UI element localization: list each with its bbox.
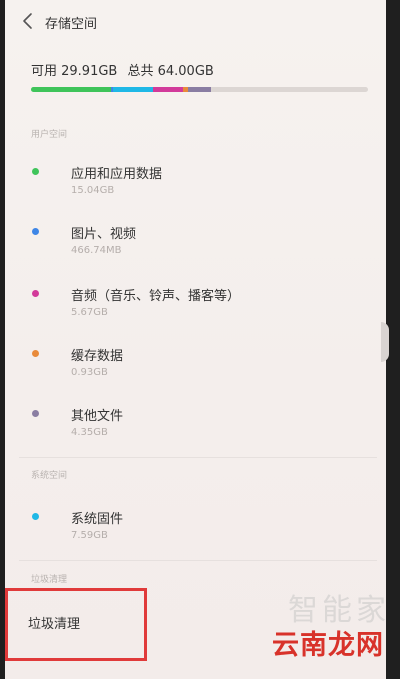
- junk-cleanup-button[interactable]: 垃圾清理: [5, 588, 147, 661]
- chevron-left-icon[interactable]: [19, 11, 37, 31]
- side-edge-handle: [381, 322, 389, 362]
- device-frame: 存储空间 可用 29.91GB 总共 64.00GB 用户空间 应用和应用数据 1…: [0, 0, 400, 679]
- category-color-dot: [32, 228, 39, 235]
- category-color-dot: [32, 410, 39, 417]
- storage-summary: 可用 29.91GB 总共 64.00GB: [31, 60, 220, 79]
- available-space: 可用 29.91GB: [31, 64, 118, 79]
- category-size: 15.04GB: [71, 185, 115, 196]
- category-name: 应用和应用数据: [71, 167, 163, 182]
- section-label-system-space: 系统空间: [31, 471, 68, 481]
- category-name: 系统固件: [71, 512, 124, 527]
- list-item-system-firmware[interactable]: 系统固件 7.59GB: [25, 508, 370, 554]
- category-size: 0.93GB: [71, 367, 108, 378]
- watermark-bottom-text: 云南龙网: [272, 630, 384, 661]
- category-size: 5.67GB: [71, 307, 108, 318]
- watermark-logo: 智能家 云南龙网: [240, 585, 390, 673]
- junk-cleanup-label: 垃圾清理: [28, 617, 81, 632]
- section-divider: [19, 560, 377, 561]
- header-bar: 存储空间: [5, 0, 386, 44]
- page-title: 存储空间: [45, 17, 98, 32]
- section-label-junk-cleanup: 垃圾清理: [31, 575, 68, 585]
- usage-bar-segment: [31, 87, 111, 92]
- usage-bar-segment: [112, 87, 153, 92]
- category-color-dot: [32, 513, 39, 520]
- storage-screen: 存储空间 可用 29.91GB 总共 64.00GB 用户空间 应用和应用数据 1…: [5, 0, 386, 679]
- list-item[interactable]: 图片、视频 466.74MB: [25, 223, 370, 269]
- list-item[interactable]: 其他文件 4.35GB: [25, 405, 370, 451]
- category-name: 音频（音乐、铃声、播客等）: [71, 289, 241, 304]
- category-color-dot: [32, 168, 39, 175]
- category-color-dot: [32, 350, 39, 357]
- section-label-user-space: 用户空间: [31, 130, 68, 140]
- category-name: 图片、视频: [71, 227, 137, 242]
- category-size: 466.74MB: [71, 245, 122, 256]
- total-space: 总共 64.00GB: [127, 64, 214, 79]
- storage-usage-bar: [31, 87, 368, 92]
- category-name: 其他文件: [71, 409, 124, 424]
- section-divider: [19, 457, 377, 458]
- list-item[interactable]: 音频（音乐、铃声、播客等） 5.67GB: [25, 285, 370, 331]
- category-size: 7.59GB: [71, 530, 108, 541]
- category-size: 4.35GB: [71, 427, 108, 438]
- usage-bar-segment: [152, 87, 183, 92]
- usage-bar-segment: [187, 87, 211, 92]
- category-name: 缓存数据: [71, 349, 124, 364]
- list-item[interactable]: 缓存数据 0.93GB: [25, 345, 370, 391]
- category-color-dot: [32, 290, 39, 297]
- list-item[interactable]: 应用和应用数据 15.04GB: [25, 163, 370, 209]
